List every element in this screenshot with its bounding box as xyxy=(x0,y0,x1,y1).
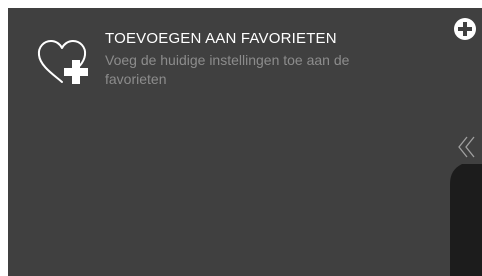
double-chevron-left-icon xyxy=(458,136,475,158)
heart-plus-icon xyxy=(34,34,90,90)
favorites-title: TOEVOEGEN AAN FAVORIETEN xyxy=(105,30,337,47)
add-button[interactable] xyxy=(452,16,478,42)
collapse-button[interactable] xyxy=(454,134,480,160)
plus-circle-icon xyxy=(454,18,476,40)
favorites-screen: TOEVOEGEN AAN FAVORIETEN Voeg de huidige… xyxy=(8,8,482,276)
favorites-description: Voeg de huidige instellingen toe aan de … xyxy=(105,52,350,87)
side-panel[interactable] xyxy=(450,164,482,276)
